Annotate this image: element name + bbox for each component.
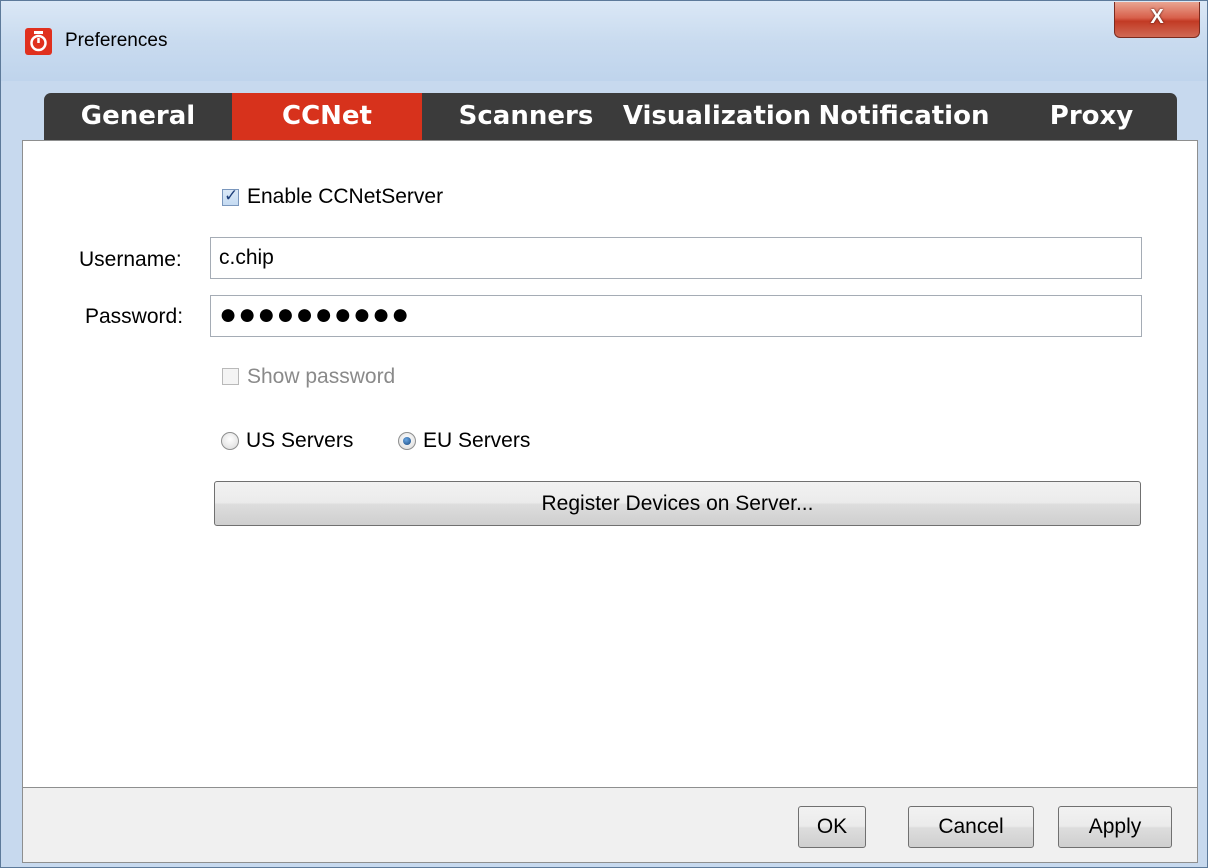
title-bar: Preferences X <box>1 1 1207 81</box>
us-servers-label: US Servers <box>246 429 354 452</box>
tab-visualization[interactable]: Visualization <box>617 93 817 140</box>
window-title: Preferences <box>65 30 168 51</box>
tab-scanners[interactable]: Scanners <box>446 93 606 140</box>
password-field[interactable]: ●●●●●●●●●● <box>210 295 1142 337</box>
enable-ccnet-label: Enable CCNetServer <box>247 185 444 208</box>
tab-proxy[interactable]: Proxy <box>1024 93 1159 140</box>
app-logo-icon <box>25 28 52 55</box>
eu-servers-radio[interactable] <box>398 432 416 450</box>
tab-bar: General CCNet Scanners Visualization Not… <box>44 93 1177 140</box>
eu-servers-label: EU Servers <box>423 429 531 452</box>
tab-ccnet[interactable]: CCNet <box>232 93 422 140</box>
username-field[interactable]: c.chip <box>210 237 1142 279</box>
checkmark-icon: ✓ <box>224 186 239 205</box>
register-devices-button[interactable]: Register Devices on Server... <box>214 481 1141 526</box>
ok-button[interactable]: OK <box>798 806 866 848</box>
show-password-label: Show password <box>247 365 396 388</box>
tab-general[interactable]: General <box>44 93 232 140</box>
preferences-window: Preferences X General CCNet Scanners Vis… <box>0 0 1208 868</box>
show-password-checkbox[interactable] <box>222 368 239 385</box>
tab-notification[interactable]: Notification <box>814 93 994 140</box>
enable-ccnet-checkbox[interactable]: ✓ <box>222 186 239 206</box>
us-servers-radio[interactable] <box>221 432 239 450</box>
apply-button[interactable]: Apply <box>1058 806 1172 848</box>
close-button[interactable]: X <box>1114 2 1200 38</box>
password-label: Password: <box>85 305 184 328</box>
cancel-button[interactable]: Cancel <box>908 806 1034 848</box>
username-label: Username: <box>79 248 182 271</box>
